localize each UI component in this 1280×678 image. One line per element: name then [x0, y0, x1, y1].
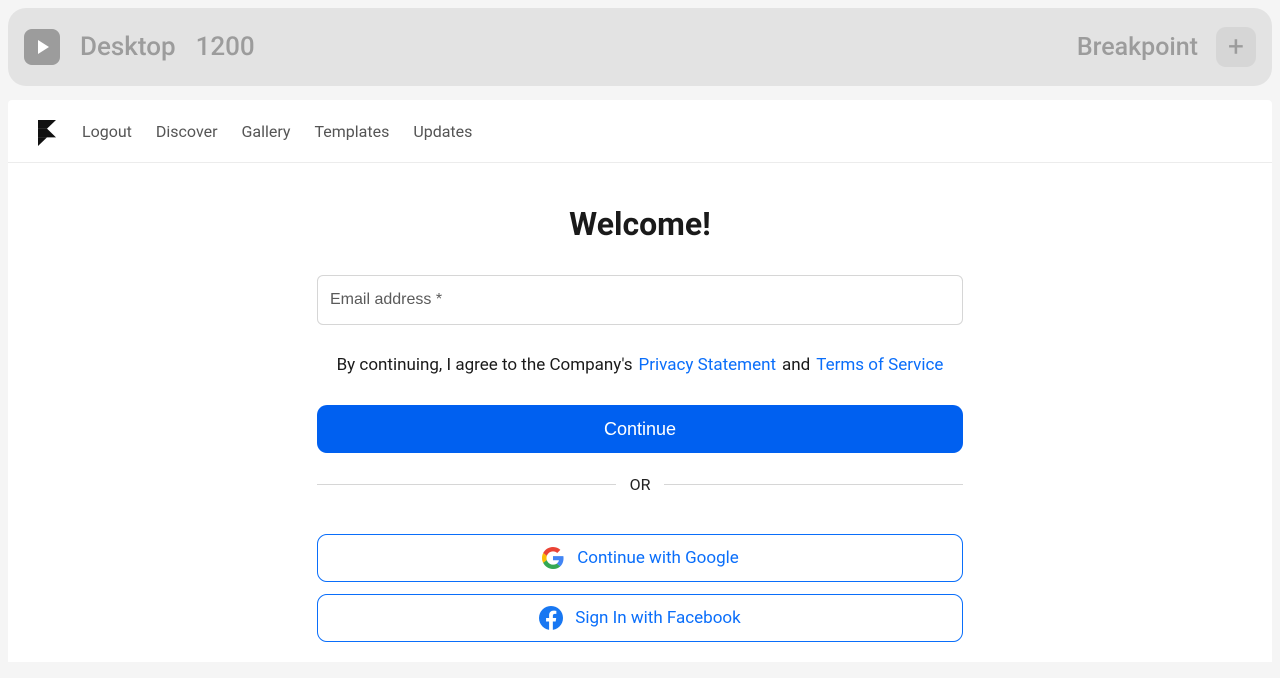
nav-link-discover[interactable]: Discover [156, 122, 218, 141]
nav-link-gallery[interactable]: Gallery [242, 122, 291, 141]
email-field[interactable] [317, 275, 963, 325]
facebook-signin-button[interactable]: Sign In with Facebook [317, 594, 963, 642]
divider: OR [317, 475, 963, 494]
design-canvas: Logout Discover Gallery Templates Update… [8, 100, 1272, 662]
consent-prefix: By continuing, I agree to the Company's [337, 355, 633, 375]
editor-topbar: Desktop 1200 Breakpoint + [8, 8, 1272, 86]
facebook-icon [539, 606, 563, 630]
play-icon [38, 40, 49, 54]
nav-link-logout[interactable]: Logout [82, 122, 132, 141]
play-button[interactable] [24, 29, 60, 65]
divider-line-left [317, 484, 616, 485]
plus-icon: + [1228, 33, 1244, 61]
divider-text: OR [630, 475, 651, 494]
terms-link[interactable]: Terms of Service [816, 355, 943, 375]
privacy-link[interactable]: Privacy Statement [639, 355, 777, 375]
continue-button[interactable]: Continue [317, 405, 963, 453]
google-button-label: Continue with Google [577, 548, 739, 568]
site-navbar: Logout Discover Gallery Templates Update… [8, 100, 1272, 163]
consent-and: and [782, 355, 810, 375]
google-icon [541, 546, 565, 570]
topbar-left: Desktop 1200 [24, 29, 255, 65]
divider-line-right [664, 484, 963, 485]
framer-logo-icon[interactable] [38, 120, 58, 142]
consent-text: By continuing, I agree to the Company's … [337, 355, 944, 375]
nav-link-updates[interactable]: Updates [413, 122, 472, 141]
viewport-width: 1200 [196, 32, 255, 62]
nav-link-templates[interactable]: Templates [315, 122, 390, 141]
breakpoint-label: Breakpoint [1077, 33, 1198, 62]
facebook-button-label: Sign In with Facebook [575, 608, 740, 628]
topbar-right: Breakpoint + [1077, 27, 1256, 67]
add-breakpoint-button[interactable]: + [1216, 27, 1256, 67]
viewport-name: Desktop [80, 32, 176, 62]
page-title: Welcome! [569, 205, 711, 243]
google-signin-button[interactable]: Continue with Google [317, 534, 963, 582]
signin-content: Welcome! By continuing, I agree to the C… [8, 163, 1272, 642]
